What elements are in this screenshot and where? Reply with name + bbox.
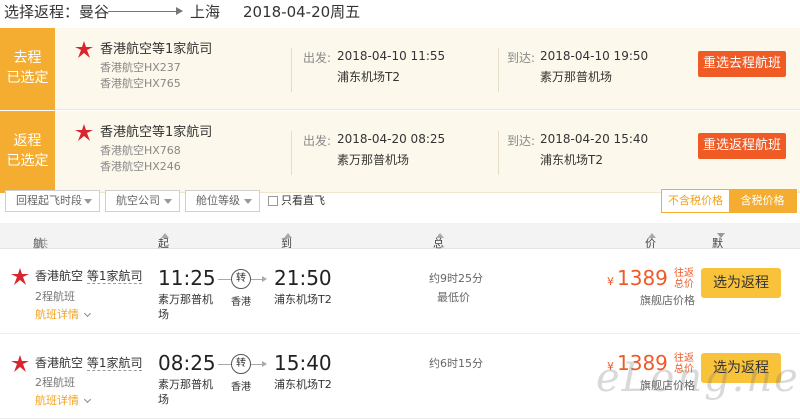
return-dep-airport: 素万那普机场 bbox=[337, 153, 410, 167]
chevron-down-icon bbox=[83, 395, 92, 404]
flight-details-link[interactable]: 航班详情 bbox=[35, 306, 92, 322]
chevron-down-icon bbox=[164, 199, 172, 204]
col-departure-sort[interactable]: 起飞时间 bbox=[158, 229, 169, 298]
tax-excluded-option[interactable]: 不含税价格 bbox=[662, 190, 729, 212]
row-dep-airport: 素万那普机场 bbox=[158, 378, 213, 406]
return-flight-2: 香港航空HX246 bbox=[100, 160, 181, 173]
divider bbox=[291, 48, 292, 92]
outbound-airline: 香港航空等1家航司 bbox=[100, 42, 213, 57]
transfer-badge: 转 bbox=[231, 269, 251, 289]
outbound-dep-airport: 浦东机场T2 bbox=[337, 70, 400, 84]
default-sort-dropdown[interactable]: 默认排序 bbox=[712, 229, 725, 298]
elong-watermark: eLong.net bbox=[596, 355, 800, 401]
outbound-dep-time: 2018-04-10 11:55 bbox=[337, 49, 446, 63]
trip-header: 选择返程：曼谷 上海 2018-04-20周五 bbox=[0, 0, 800, 28]
filter-label: 舱位等级 bbox=[196, 194, 240, 207]
lowest-price-note: 最低价 bbox=[437, 291, 470, 304]
return-airline: 香港航空等1家航司 bbox=[100, 125, 213, 140]
outbound-leg-card: 去程 已选定 香港航空等1家航司 香港航空HX237 香港航空HX765 出发: … bbox=[0, 28, 800, 110]
row-arr-airport: 浦东机场T2 bbox=[274, 293, 332, 306]
chevron-down-icon bbox=[84, 199, 92, 204]
hong-kong-airlines-logo-icon bbox=[75, 41, 93, 58]
row-dep-time: 08:25 bbox=[158, 351, 216, 375]
filter-label: 回程起飞时段 bbox=[16, 194, 82, 207]
row-price: 1389 bbox=[617, 266, 668, 290]
tax-included-option[interactable]: 含税价格 bbox=[729, 190, 796, 212]
destination-city: 上海 bbox=[190, 3, 221, 21]
return-selected-tag: 返程 已选定 bbox=[0, 111, 55, 193]
divider bbox=[498, 131, 499, 175]
outbound-arr-time: 2018-04-10 19:50 bbox=[540, 49, 649, 63]
select-return-label: 选择返程：曼谷 bbox=[4, 3, 110, 21]
outbound-selected-tag: 去程 已选定 bbox=[0, 28, 55, 110]
col-arrival-sort[interactable]: 到达时间 bbox=[281, 229, 292, 298]
return-dep-key: 出发: bbox=[303, 134, 332, 148]
row-legs: 2程航班 bbox=[35, 290, 75, 303]
outbound-arr-key: 到达: bbox=[507, 51, 536, 65]
chevron-down-icon bbox=[244, 199, 252, 204]
divider bbox=[498, 48, 499, 92]
row-airline: 香港航空 等1家航司 bbox=[35, 356, 143, 371]
return-flight-1: 香港航空HX768 bbox=[100, 144, 181, 157]
origin-city: 曼谷 bbox=[79, 3, 110, 21]
reselect-return-button[interactable]: 重选返程航班 bbox=[698, 133, 786, 159]
row-legs: 2程航班 bbox=[35, 376, 75, 389]
roundtrip-total-tag: 往返 总价 bbox=[674, 268, 694, 290]
row-duration: 约9时25分 bbox=[429, 272, 483, 285]
airline-filter[interactable]: 航空公司 bbox=[105, 190, 180, 212]
results-table-header: 航班信息(共9条航班) 起飞时间 到达时间 总耗时 价格 默认排序 bbox=[0, 223, 800, 311]
reselect-outbound-button[interactable]: 重选去程航班 bbox=[698, 51, 786, 77]
transfer-badge: 转 bbox=[231, 354, 251, 374]
chevron-down-icon bbox=[83, 309, 92, 318]
divider bbox=[291, 131, 292, 175]
row-arr-time: 21:50 bbox=[274, 266, 332, 290]
flight-result-row: 香港航空 等1家航司 2程航班 航班详情 11:25 素万那普机场 转 香港 2… bbox=[0, 250, 800, 334]
hong-kong-airlines-logo-icon bbox=[11, 268, 29, 285]
outbound-flight-2: 香港航空HX765 bbox=[100, 77, 181, 90]
col-duration-sort[interactable]: 总耗时 bbox=[433, 229, 444, 282]
outbound-arr-airport: 素万那普机场 bbox=[540, 70, 613, 84]
price-tax-toggle: 不含税价格 含税价格 bbox=[661, 189, 797, 213]
return-date: 2018-04-20周五 bbox=[243, 3, 361, 21]
row-arr-time: 15:40 bbox=[274, 351, 332, 375]
filter-label: 航空公司 bbox=[116, 194, 160, 207]
transfer-city: 香港 bbox=[231, 297, 251, 308]
cabin-class-filter[interactable]: 舱位等级 bbox=[185, 190, 260, 212]
flight-details-link[interactable]: 航班详情 bbox=[35, 392, 92, 408]
return-dep-time: 2018-04-20 08:25 bbox=[337, 132, 446, 146]
return-arr-key: 到达: bbox=[507, 134, 536, 148]
row-dep-airport: 素万那普机场 bbox=[158, 293, 213, 321]
row-arr-airport: 浦东机场T2 bbox=[274, 378, 332, 391]
row-dep-time: 11:25 bbox=[158, 266, 216, 290]
row-airline: 香港航空 等1家航司 bbox=[35, 269, 143, 284]
outbound-dep-key: 出发: bbox=[303, 51, 332, 65]
hong-kong-airlines-logo-icon bbox=[11, 355, 29, 372]
departure-time-filter[interactable]: 回程起飞时段 bbox=[5, 190, 100, 212]
return-leg-card: 返程 已选定 香港航空等1家航司 香港航空HX768 香港航空HX246 出发: … bbox=[0, 111, 800, 193]
outbound-flight-1: 香港航空HX237 bbox=[100, 61, 181, 74]
route-arrow-icon bbox=[108, 7, 183, 15]
return-arr-time: 2018-04-20 15:40 bbox=[540, 132, 649, 146]
flagship-price-label: 旗舰店价格 bbox=[640, 294, 695, 307]
hong-kong-airlines-logo-icon bbox=[75, 124, 93, 141]
row-duration: 约6时15分 bbox=[429, 357, 483, 370]
col-price-sort[interactable]: 价格 bbox=[645, 229, 656, 266]
direct-only-label[interactable]: 只看直飞 bbox=[281, 192, 325, 208]
transfer-city: 香港 bbox=[231, 382, 251, 393]
select-return-button[interactable]: 选为返程 bbox=[701, 268, 781, 298]
direct-only-checkbox[interactable] bbox=[268, 196, 278, 206]
currency-symbol: ¥ bbox=[607, 275, 614, 288]
return-arr-airport: 浦东机场T2 bbox=[540, 153, 603, 167]
